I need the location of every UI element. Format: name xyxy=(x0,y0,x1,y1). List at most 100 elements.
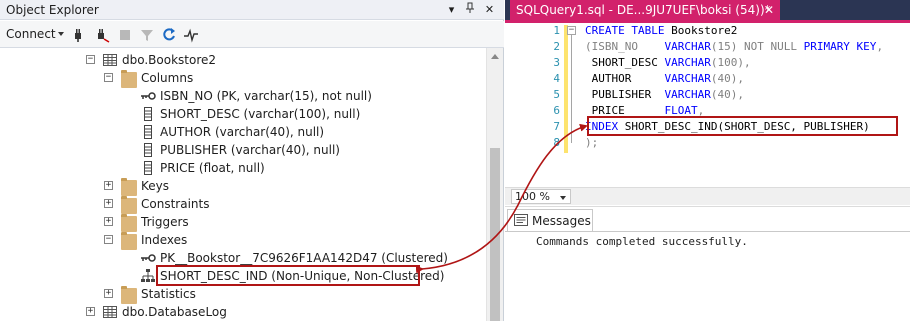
code-text: , xyxy=(876,40,884,53)
expand-icon[interactable]: + xyxy=(104,217,113,226)
code-text: ); xyxy=(585,136,599,149)
tree-node-bookstore2[interactable]: − dbo.Bookstore2 xyxy=(0,51,486,69)
code-text: (40), xyxy=(710,88,744,101)
tree-node-columns[interactable]: − Columns xyxy=(0,69,486,88)
pin-icon[interactable] xyxy=(462,2,477,17)
tree-node-label: Statistics xyxy=(141,287,196,301)
keyword: VARCHAR xyxy=(664,40,711,53)
connect-dropdown-icon[interactable] xyxy=(58,32,64,36)
query-editor-panel: SQLQuery1.sql - DE...9JU7UEF\boksi (54))… xyxy=(505,0,910,321)
folder-icon xyxy=(121,196,137,214)
scrollbar-thumb[interactable] xyxy=(490,148,500,321)
keyword: NOT NULL xyxy=(743,40,797,53)
line-number: 2 xyxy=(553,40,560,53)
activity-monitor-icon[interactable] xyxy=(183,27,199,43)
disconnect-icon[interactable] xyxy=(94,27,110,43)
index-node-highlight-box xyxy=(156,265,420,286)
results-pane: Messages Commands completed successfully… xyxy=(505,206,910,321)
tree-node-column-short-desc[interactable]: SHORT_DESC (varchar(100), null) xyxy=(0,105,486,123)
expand-icon[interactable]: + xyxy=(104,199,113,208)
tree-node-databaselog[interactable]: + dbo.DatabaseLog xyxy=(0,303,486,321)
object-explorer-title: Object Explorer xyxy=(6,3,99,17)
tree-node-label: PRICE (float, null) xyxy=(160,161,265,175)
fold-collapse-icon[interactable]: − xyxy=(567,26,576,35)
changed-lines-marker xyxy=(564,137,568,153)
expand-icon[interactable]: + xyxy=(104,289,113,298)
primary-key-icon xyxy=(141,92,156,100)
collapse-icon[interactable]: − xyxy=(104,73,113,82)
tree-node-column-publisher[interactable]: PUBLISHER (varchar(40), null) xyxy=(0,141,486,159)
index-code-highlight-box xyxy=(587,116,898,136)
folder-icon xyxy=(121,232,137,250)
code-text: (100), xyxy=(710,56,751,69)
stop-icon[interactable] xyxy=(117,27,133,43)
tree-node-constraints[interactable]: + Constraints xyxy=(0,195,486,214)
code-line-3: SHORT_DESC VARCHAR(100), xyxy=(585,55,751,71)
tree-node-triggers[interactable]: + Triggers xyxy=(0,213,486,232)
line-number: 8 xyxy=(553,136,560,149)
tree-node-indexes[interactable]: − Indexes xyxy=(0,231,486,250)
tab-divider xyxy=(505,231,910,232)
changed-lines-marker xyxy=(564,25,568,137)
tree-node-column-price[interactable]: PRICE (float, null) xyxy=(0,159,486,177)
line-number: 1 xyxy=(553,24,560,37)
column-icon xyxy=(144,161,152,175)
tab-messages[interactable]: Messages xyxy=(507,209,593,231)
tree-node-statistics[interactable]: + Statistics xyxy=(0,285,486,304)
tab-sqlquery1[interactable]: SQLQuery1.sql - DE...9JU7UEF\boksi (54))… xyxy=(510,0,780,20)
connect-button[interactable]: Connect xyxy=(6,27,56,41)
object-explorer-toolbar: Connect xyxy=(0,21,504,48)
editor-status-bar: 100 % xyxy=(505,187,910,205)
column-icon xyxy=(144,143,152,157)
code-text: Bookstore2 xyxy=(664,24,738,37)
expand-icon[interactable]: + xyxy=(86,307,95,316)
messages-icon xyxy=(514,214,528,226)
tree-node-label: Constraints xyxy=(141,197,210,211)
fold-guide-line xyxy=(571,31,572,143)
scroll-up-icon[interactable] xyxy=(491,54,499,59)
collapse-icon[interactable]: − xyxy=(86,55,95,64)
keyword: CREATE TABLE xyxy=(585,24,665,37)
line-number: 4 xyxy=(553,72,560,85)
code-text: AUTHOR xyxy=(585,72,665,85)
refresh-icon[interactable] xyxy=(161,27,177,43)
chevron-down-icon xyxy=(560,196,566,200)
code-line-8: ); xyxy=(585,135,598,151)
tree-node-column-author[interactable]: AUTHOR (varchar(40), null) xyxy=(0,123,486,141)
result-message: Commands completed successfully. xyxy=(536,235,748,248)
code-line-5: PUBLISHER VARCHAR(40), xyxy=(585,87,744,103)
tree-node-label: Columns xyxy=(141,71,194,85)
tree-node-label: dbo.DatabaseLog xyxy=(122,305,227,319)
table-icon xyxy=(103,306,117,318)
tree-node-column-isbn[interactable]: ISBN_NO (PK, varchar(15), not null) xyxy=(0,87,486,105)
primary-key-icon xyxy=(141,254,156,262)
tree-node-keys[interactable]: + Keys xyxy=(0,177,486,196)
tree-node-label: ISBN_NO (PK, varchar(15), not null) xyxy=(160,89,372,103)
table-icon xyxy=(103,54,117,66)
window-position-dropdown-icon[interactable]: ▾ xyxy=(444,2,459,17)
code-text: (ISBN_NO xyxy=(585,40,665,53)
keyword: VARCHAR xyxy=(664,56,711,69)
object-explorer-titlebar: Object Explorer ▾ ✕ xyxy=(0,0,504,20)
line-number: 7 xyxy=(553,120,560,133)
code-text: SHORT_DESC xyxy=(585,56,665,69)
zoom-dropdown[interactable]: 100 % xyxy=(511,189,571,204)
line-number: 5 xyxy=(553,88,560,101)
connect-plug-icon[interactable] xyxy=(70,27,86,43)
column-icon xyxy=(144,107,152,121)
close-panel-icon[interactable]: ✕ xyxy=(482,2,497,17)
tab-title: SQLQuery1.sql - DE...9JU7UEF\boksi (54))… xyxy=(516,3,771,17)
code-line-4: AUTHOR VARCHAR(40), xyxy=(585,71,744,87)
folder-icon xyxy=(121,214,137,232)
tree-node-label: AUTHOR (varchar(40), null) xyxy=(160,125,325,139)
filter-icon[interactable] xyxy=(139,27,155,43)
sql-code-editor[interactable]: 1 2 3 4 5 6 7 8 − CREATE TABLE Bookstore… xyxy=(505,23,910,187)
collapse-icon[interactable]: − xyxy=(104,235,113,244)
expand-icon[interactable]: + xyxy=(104,181,113,190)
document-tab-strip: SQLQuery1.sql - DE...9JU7UEF\boksi (54))… xyxy=(505,0,910,20)
object-explorer-scrollbar[interactable] xyxy=(486,48,503,321)
folder-icon xyxy=(121,178,137,196)
folder-icon xyxy=(121,286,137,304)
tree-node-label: PUBLISHER (varchar(40), null) xyxy=(160,143,340,157)
close-tab-icon[interactable]: ✕ xyxy=(764,3,774,17)
